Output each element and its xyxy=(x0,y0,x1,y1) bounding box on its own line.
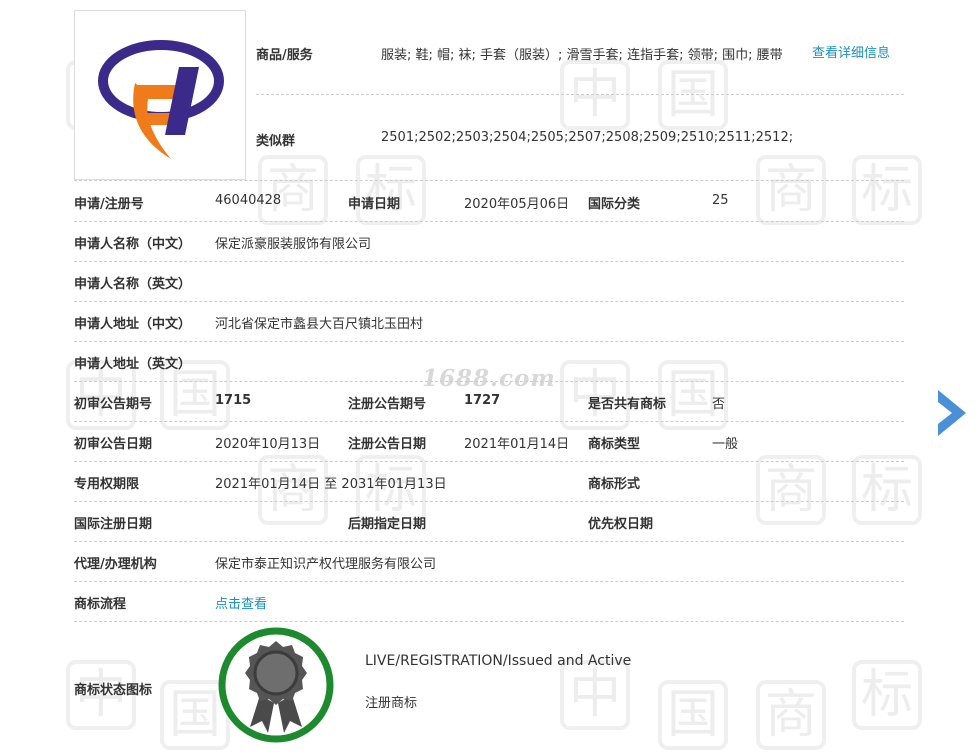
tm-type-label: 商标类型 xyxy=(588,437,641,452)
view-details-link[interactable]: 查看详细信息 xyxy=(812,42,890,61)
address-en-label: 申请人地址（英文） xyxy=(74,357,192,372)
app-date-label: 申请日期 xyxy=(348,197,401,212)
intl-reg-date-label: 国际注册日期 xyxy=(74,517,153,532)
intl-class-label: 国际分类 xyxy=(588,197,641,212)
applicant-cn-value: 保定派豪服装服饰有限公司 xyxy=(215,237,372,252)
info-row: 申请人地址（英文） xyxy=(74,341,904,382)
trademark-logo[interactable] xyxy=(74,10,246,180)
app-date-value: 2020年05月06日 xyxy=(464,197,570,212)
reg-date-value: 2021年01月14日 xyxy=(464,437,570,452)
status-cn-text: 注册商标 xyxy=(365,696,418,711)
agent-value: 保定市泰正知识产权代理服务有限公司 xyxy=(215,557,437,572)
tm-type-value: 一般 xyxy=(712,437,739,452)
info-row: 申请人名称（英文） xyxy=(74,261,904,302)
reg-no-label: 申请/注册号 xyxy=(74,197,144,212)
status-en-text: LIVE/REGISTRATION/Issued and Active xyxy=(365,653,632,669)
goods-value: 服装; 鞋; 帽; 袜; 手套（服装）; 滑雪手套; 连指手套; 领带; 围巾;… xyxy=(381,48,783,63)
trademark-detail: 商品/服务 服装; 鞋; 帽; 袜; 手套（服装）; 滑雪手套; 连指手套; 领… xyxy=(0,0,980,753)
award-badge-icon xyxy=(218,627,334,743)
info-row: 专用权期限 2021年01月14日 至 2031年01月13日 商标形式 xyxy=(74,461,904,502)
status-label: 商标状态图标 xyxy=(74,683,153,698)
prelim-issue-label: 初审公告期号 xyxy=(74,397,153,412)
info-row: 商标流程 点击查看 xyxy=(74,581,904,622)
info-row: 申请/注册号 46040428 申请日期 2020年05月06日 国际分类 25 xyxy=(74,181,904,222)
trademark-logo-image xyxy=(98,40,224,159)
address-cn-value: 河北省保定市蠡县大百尺镇北玉田村 xyxy=(215,317,424,332)
info-row: 申请人名称（中文） 保定派豪服装服饰有限公司 xyxy=(74,221,904,262)
shared-value: 否 xyxy=(712,397,726,412)
prelim-issue-value: 1715 xyxy=(215,393,252,408)
applicant-en-label: 申请人名称（英文） xyxy=(74,277,192,292)
exclusive-period-value: 2021年01月14日 至 2031年01月13日 xyxy=(215,477,447,492)
prelim-date-label: 初审公告日期 xyxy=(74,437,153,452)
exclusive-period-label: 专用权期限 xyxy=(74,477,140,492)
similar-group-label: 类似群 xyxy=(256,134,296,149)
info-row: 申请人地址（中文） 河北省保定市蠡县大百尺镇北玉田村 xyxy=(74,301,904,342)
shared-label: 是否共有商标 xyxy=(588,397,667,412)
similar-group-value: 2501;2502;2503;2504;2505;2507;2508;2509;… xyxy=(381,130,794,145)
chevron-right-icon[interactable] xyxy=(934,388,970,438)
applicant-cn-label: 申请人名称（中文） xyxy=(74,237,192,252)
status-row: 商标状态图标 LIVE/REGISTRATION/Issued and Acti… xyxy=(74,620,904,753)
tm-form-label: 商标形式 xyxy=(588,477,641,492)
reg-issue-value: 1727 xyxy=(464,393,501,408)
info-row: 初审公告期号 1715 注册公告期号 1727 是否共有商标 否 xyxy=(74,381,904,422)
reg-issue-label: 注册公告期号 xyxy=(348,397,427,412)
reg-no-value: 46040428 xyxy=(215,193,282,208)
priority-date-label: 优先权日期 xyxy=(588,517,654,532)
later-date-label: 后期指定日期 xyxy=(348,517,427,532)
agent-label: 代理/办理机构 xyxy=(74,557,157,572)
goods-label: 商品/服务 xyxy=(256,48,313,63)
process-label: 商标流程 xyxy=(74,597,127,612)
intl-class-value: 25 xyxy=(712,193,729,208)
info-row: 代理/办理机构 保定市泰正知识产权代理服务有限公司 xyxy=(74,541,904,582)
process-link[interactable]: 点击查看 xyxy=(215,593,267,612)
prelim-date-value: 2020年10月13日 xyxy=(215,437,321,452)
info-row: 国际注册日期 后期指定日期 优先权日期 xyxy=(74,501,904,542)
reg-date-label: 注册公告日期 xyxy=(348,437,427,452)
info-row: 初审公告日期 2020年10月13日 注册公告日期 2021年01月14日 商标… xyxy=(74,421,904,462)
address-cn-label: 申请人地址（中文） xyxy=(74,317,192,332)
divider xyxy=(256,94,904,95)
